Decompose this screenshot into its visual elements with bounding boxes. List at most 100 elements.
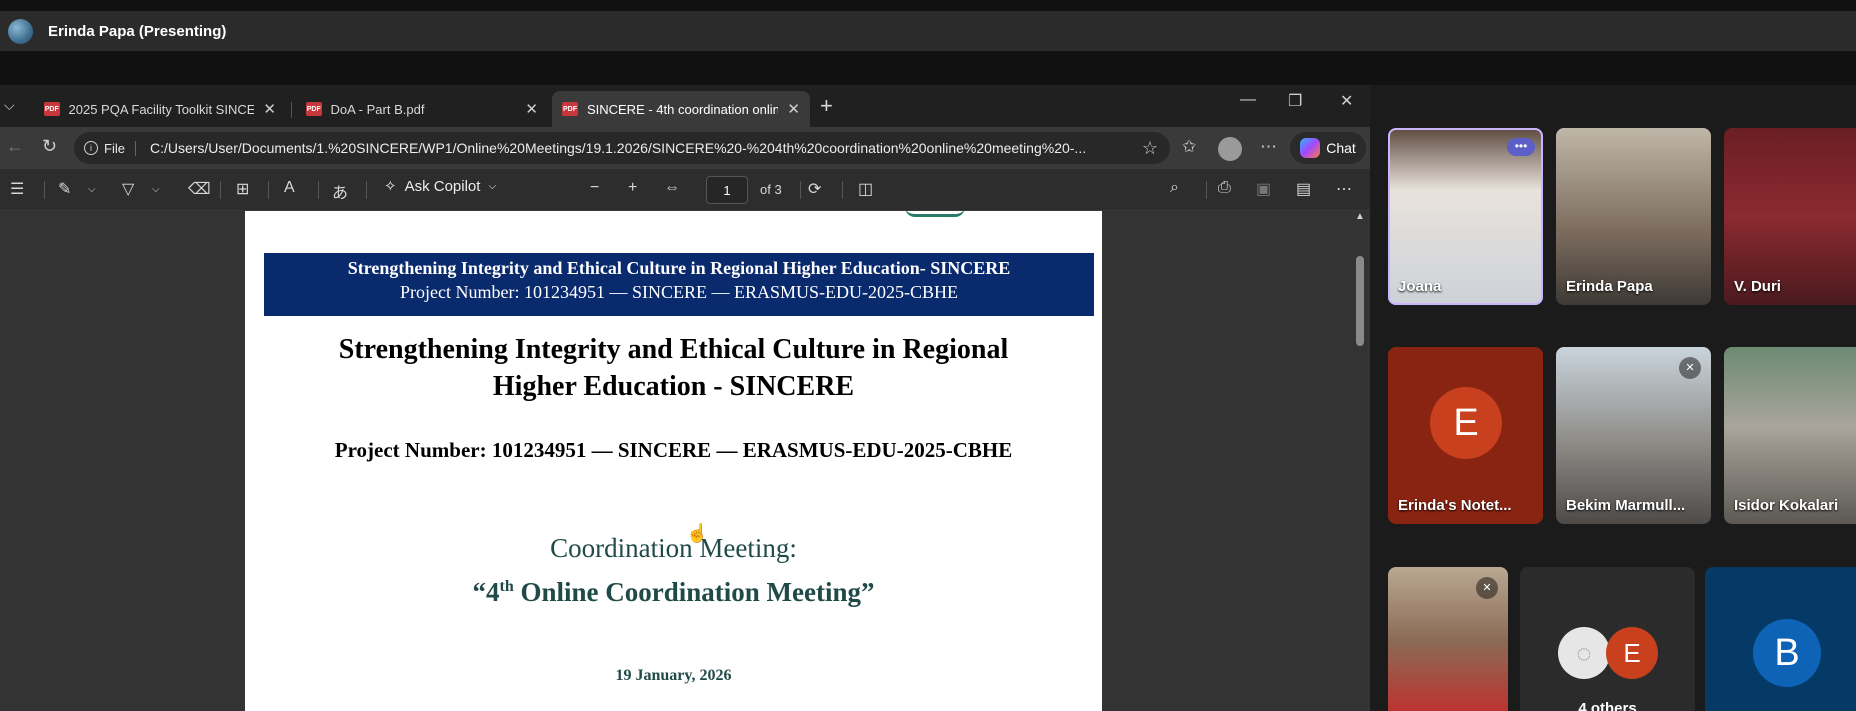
meeting-open: “4 (472, 577, 500, 607)
avatar: B (1753, 619, 1821, 687)
pdf-viewer[interactable]: Strengthening Integrity and Ethical Cult… (0, 211, 1370, 711)
participant-tile-muted[interactable]: ✕ (1388, 567, 1508, 711)
more-options-icon[interactable]: ••• (1507, 138, 1535, 156)
meeting-top-strip (0, 0, 1856, 11)
favorite-star-icon[interactable]: ☆ (1142, 138, 1158, 159)
ask-copilot-button[interactable]: ✧ Ask Copilot ⌵ (384, 177, 497, 196)
toolbar-divider (268, 181, 269, 199)
save-as-icon[interactable]: ▤ (1296, 179, 1311, 199)
read-aloud-icon[interactable]: A (284, 179, 295, 197)
restore-icon[interactable]: ❐ (1288, 91, 1302, 111)
fit-page-icon[interactable]: ⇔ (664, 179, 680, 197)
mic-off-icon: ✕ (1679, 357, 1701, 379)
participant-name: Erinda Papa (1566, 278, 1653, 295)
toolbar-divider (842, 181, 843, 199)
more-options-icon[interactable]: ⋯ (1260, 137, 1277, 157)
profile-avatar[interactable] (1218, 137, 1242, 161)
tab-pqa-toolkit[interactable]: PDF 2025 PQA Facility Toolkit SINCERE ✕ (34, 91, 286, 127)
participant-tile-joana[interactable]: ••• Joana (1388, 128, 1543, 305)
project-number: Project Number: 101234951 — SINCERE — ER… (334, 438, 1013, 462)
presenter-avatar (8, 18, 33, 44)
new-tab-icon[interactable]: + (820, 93, 833, 119)
url-text[interactable]: C:/Users/User/Documents/1.%20SINCERE/WP1… (150, 140, 1150, 156)
copilot-chat-button[interactable]: Chat (1290, 132, 1366, 164)
close-window-icon[interactable]: ✕ (1340, 91, 1353, 111)
tab-list-dropdown-icon[interactable]: ⌵ (4, 97, 15, 114)
participant-name: Erinda's Notet... (1398, 497, 1512, 514)
text-box-icon[interactable]: ⊞ (236, 179, 249, 199)
print-icon[interactable]: ⎙ (1218, 179, 1231, 197)
back-icon[interactable]: ← (6, 136, 24, 157)
scroll-up-icon[interactable]: ▲ (1355, 211, 1365, 222)
favorites-icon[interactable]: ✩ (1182, 137, 1196, 157)
toolbar-divider (220, 181, 221, 199)
close-tab-icon[interactable]: ✕ (787, 100, 800, 118)
participant-tile-notetaker[interactable]: E Erinda's Notet... (1388, 347, 1543, 524)
tab-doa-part-b[interactable]: PDF DoA - Part B.pdf ✕ (296, 91, 548, 127)
pdf-page: Strengthening Integrity and Ethical Cult… (245, 211, 1102, 711)
coordination-heading: Coordination Meeting: (550, 533, 797, 563)
more-tools-icon[interactable]: ⋯ (1336, 179, 1352, 199)
eraser-icon[interactable]: ⌫ (188, 179, 211, 199)
page-total: of 3 (760, 182, 782, 197)
zoom-in-icon[interactable]: + (628, 179, 637, 197)
meeting-heading: “4th Online Coordination Meeting” (295, 577, 1052, 608)
page-view-icon[interactable]: ◫ (858, 179, 873, 199)
scrollbar-thumb[interactable] (1356, 256, 1364, 346)
participant-tile-b[interactable]: B (1705, 567, 1856, 711)
draw-icon[interactable]: ▽ (122, 179, 134, 199)
others-label: 4 others (1578, 700, 1637, 711)
participant-name: Joana (1398, 278, 1442, 295)
hand-cursor-icon: ☝ (686, 523, 709, 543)
close-tab-icon[interactable]: ✕ (263, 100, 276, 118)
contents-icon[interactable]: ☰ (10, 179, 24, 199)
participant-tile-bekim[interactable]: ✕ Bekim Marmull... (1556, 347, 1711, 524)
rotate-icon[interactable]: ⟳ (808, 179, 821, 199)
search-icon[interactable]: ⌕ (1170, 179, 1179, 197)
minimize-icon[interactable]: — (1240, 91, 1256, 109)
mic-off-icon: ✕ (1476, 577, 1498, 599)
pdf-icon: PDF (306, 102, 322, 116)
browser-window: ⌵ PDF 2025 PQA Facility Toolkit SINCERE … (0, 85, 1370, 711)
pdf-icon: PDF (44, 102, 60, 116)
url-box[interactable]: i File C:/Users/User/Documents/1.%20SINC… (74, 132, 1170, 164)
address-bar-row: ← ↻ i File C:/Users/User/Documents/1.%20… (0, 127, 1370, 169)
meeting-date: 19 January, 2026 (615, 667, 732, 684)
screen: Erinda Papa (Presenting) ⌵ PDF 2025 PQA … (0, 0, 1856, 711)
participant-tile-erinda-papa[interactable]: Erinda Papa (1556, 128, 1711, 305)
info-icon[interactable]: i (84, 141, 98, 155)
presenter-label: Erinda Papa (Presenting) (48, 22, 227, 40)
presenter-bar: Erinda Papa (Presenting) (0, 11, 1856, 51)
toolbar-divider (44, 181, 45, 199)
pdf-icon: PDF (562, 102, 578, 116)
close-tab-icon[interactable]: ✕ (525, 100, 538, 118)
participant-name: Bekim Marmull... (1566, 497, 1686, 514)
ask-copilot-label: Ask Copilot (404, 177, 481, 195)
chevron-down-icon: ⌵ (488, 180, 497, 192)
save-icon[interactable]: ▣ (1256, 179, 1271, 199)
meeting-rest: Online Coordination Meeting” (513, 577, 875, 607)
toolbar-divider (318, 181, 319, 199)
participants-grid: ••• Joana Erinda Papa V. Duri E Erinda's… (1370, 85, 1856, 711)
refresh-icon[interactable]: ↻ (42, 136, 57, 157)
document-title: Strengthening Integrity and Ethical Cult… (338, 334, 1009, 402)
tab-title: SINCERE - 4th coordination online (586, 101, 779, 117)
participant-tile-isidor[interactable]: Isidor Kokalari (1724, 347, 1856, 524)
tab-sincere-coordination[interactable]: PDF SINCERE - 4th coordination online ✕ (552, 91, 810, 127)
others-avatars: ◌ E (1558, 627, 1678, 683)
page-number-input[interactable]: 1 (706, 176, 748, 204)
participant-tile-others[interactable]: ◌ E 4 others (1520, 567, 1695, 711)
meeting-gap (0, 51, 1856, 85)
translate-icon[interactable]: あ (332, 179, 348, 203)
zoom-out-icon[interactable]: − (590, 179, 599, 197)
chevron-down-icon[interactable]: ⌵ (152, 184, 160, 195)
chevron-down-icon[interactable]: ⌵ (88, 184, 96, 195)
highlight-icon[interactable]: ✎ (58, 179, 71, 199)
banner-line-2: Project Number: 101234951 — SINCERE — ER… (400, 282, 958, 302)
toolbar-divider (800, 181, 801, 199)
participant-tile-v-duri[interactable]: V. Duri (1724, 128, 1856, 305)
copilot-outline-icon: ✧ (384, 178, 397, 195)
avatar: E (1606, 627, 1658, 679)
toolbar-divider (1206, 181, 1207, 199)
participant-name: V. Duri (1734, 278, 1781, 295)
